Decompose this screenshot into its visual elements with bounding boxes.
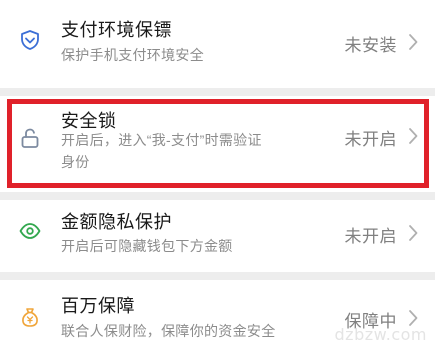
item-title: 金额隐私保护 (61, 212, 172, 232)
money-bag-icon (19, 306, 41, 328)
item-subtitle-line2: 身份 (61, 154, 90, 170)
item-subtitle-line1: 开启后，进入“我-支付”时需验证 (61, 132, 262, 148)
list-item-security-lock[interactable]: 安全锁 开启后，进入“我-支付”时需验证 身份 未开启 (0, 96, 435, 192)
item-subtitle: 联合人保财险，保障你的资金安全 (61, 323, 276, 339)
watermark: dzbzw.com (334, 325, 427, 344)
status-text: 未安装 (344, 36, 397, 55)
item-subtitle: 保护手机支付环境安全 (61, 47, 204, 63)
security-settings-list: 支付环境保镖 保护手机支付环境安全 未安装 安全锁 开启后，进入“我-支付”时需… (0, 0, 435, 350)
shield-check-icon (19, 29, 41, 51)
chevron-right-icon (407, 33, 419, 51)
status-text: 未开启 (344, 130, 397, 149)
item-title: 百万保障 (61, 296, 135, 316)
list-item-payment-guard[interactable]: 支付环境保镖 保护手机支付环境安全 未安装 (0, 0, 435, 88)
list-item-amount-privacy[interactable]: 金额隐私保护 开启后可隐藏钱包下方金额 未开启 (0, 200, 435, 272)
chevron-right-icon (407, 224, 419, 242)
item-title: 支付环境保镖 (61, 20, 172, 40)
unlock-icon (19, 127, 41, 149)
eye-icon (19, 220, 41, 242)
item-subtitle: 开启后可隐藏钱包下方金额 (61, 238, 233, 254)
chevron-right-icon (407, 127, 419, 145)
status-text: 未开启 (344, 227, 397, 246)
